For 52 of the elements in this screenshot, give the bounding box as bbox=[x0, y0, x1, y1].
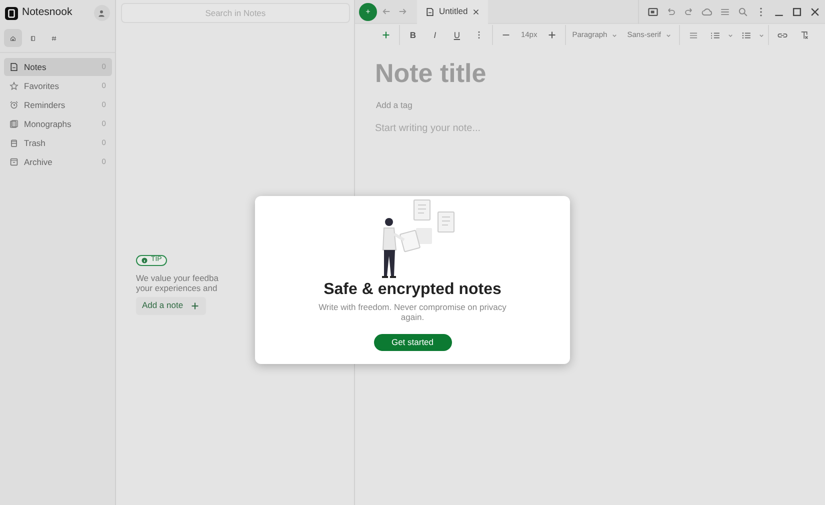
app-logo bbox=[5, 6, 18, 20]
insert-icon[interactable] bbox=[380, 30, 391, 40]
tip-text: We value your feedba bbox=[136, 272, 218, 282]
close-icon[interactable] bbox=[809, 6, 821, 18]
search-field[interactable]: Search in Notes bbox=[120, 3, 350, 23]
add-note-button[interactable]: Add a note bbox=[136, 296, 206, 314]
nav-label: Monographs bbox=[24, 118, 72, 130]
back-icon[interactable] bbox=[381, 6, 392, 17]
maximize-icon[interactable] bbox=[791, 6, 803, 18]
user-icon bbox=[97, 8, 106, 18]
increase-icon[interactable] bbox=[547, 30, 558, 40]
numbered-list-icon[interactable] bbox=[710, 30, 720, 40]
close-icon[interactable] bbox=[472, 8, 480, 16]
nav-label: Notes bbox=[24, 60, 46, 74]
account-button[interactable] bbox=[94, 5, 110, 21]
new-note-button[interactable] bbox=[358, 2, 377, 20]
trash-icon bbox=[9, 138, 19, 148]
get-started-button[interactable]: Get started bbox=[374, 334, 452, 351]
nav-label: Favorites bbox=[24, 80, 59, 92]
note-body-field[interactable]: Start writing your note... bbox=[374, 120, 575, 136]
forward-icon[interactable] bbox=[396, 6, 408, 17]
format-button[interactable]: U bbox=[446, 26, 468, 44]
format-button[interactable]: I bbox=[424, 26, 446, 44]
plus-icon bbox=[190, 300, 200, 310]
dialog-text: Write with freedom. Never compromise on privacy again. bbox=[318, 302, 508, 322]
app-name: Notesnook bbox=[22, 5, 72, 20]
format-button[interactable]: B bbox=[402, 26, 424, 44]
note-icon bbox=[424, 6, 435, 16]
split-view-icon[interactable] bbox=[647, 6, 659, 18]
info-icon bbox=[140, 257, 148, 264]
align-icon[interactable] bbox=[688, 30, 698, 40]
editor-tab[interactable]: Untitled bbox=[416, 0, 488, 24]
dialog-title: Safe & encrypted notes bbox=[324, 280, 502, 300]
star-icon bbox=[9, 81, 19, 91]
nav-label: Trash bbox=[24, 136, 46, 150]
alarm-icon bbox=[9, 100, 19, 110]
nav-label: Reminders bbox=[24, 98, 66, 112]
sidebar-tab[interactable] bbox=[4, 29, 22, 47]
bullet-list-icon[interactable] bbox=[740, 30, 752, 40]
search-icon[interactable] bbox=[737, 6, 749, 18]
title-field[interactable]: Note title bbox=[374, 54, 675, 93]
cloud-icon[interactable] bbox=[701, 6, 713, 18]
note-icon bbox=[9, 62, 19, 72]
pages-icon bbox=[9, 119, 19, 129]
tag-field[interactable]: Add a tag bbox=[376, 99, 476, 112]
undo-icon[interactable] bbox=[665, 6, 677, 18]
redo-icon[interactable] bbox=[683, 6, 695, 18]
nav-label: Archive bbox=[24, 156, 52, 168]
archive-icon bbox=[9, 157, 19, 167]
clear-format-icon[interactable] bbox=[798, 30, 810, 40]
tip-text: your experiences and bbox=[136, 282, 218, 292]
tab-title: Untitled bbox=[438, 5, 468, 18]
